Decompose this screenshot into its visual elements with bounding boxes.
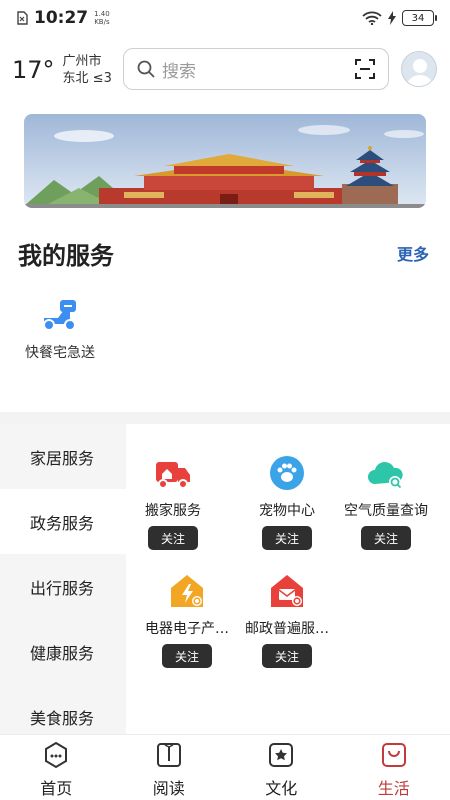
cloud-search-icon: [368, 461, 403, 489]
tab-home[interactable]: 首页: [0, 735, 113, 800]
tile-moving[interactable]: 搬家服务 关注: [121, 454, 225, 550]
category-sidebar: 家居服务 政务服务 出行服务 健康服务 美食服务: [0, 424, 126, 734]
status-left: 10:27 1.40 KB/s: [16, 8, 110, 28]
category-government-services[interactable]: 政务服务: [0, 489, 126, 554]
avatar[interactable]: [401, 51, 437, 87]
status-right: 34: [362, 10, 437, 26]
tile-postal[interactable]: 邮政普遍服… 关注: [235, 572, 339, 668]
battery-indicator: 34: [402, 10, 437, 26]
charging-icon: [388, 11, 396, 25]
more-link[interactable]: 更多: [397, 241, 429, 265]
tile-label: 空气质量查询: [344, 503, 428, 519]
follow-button[interactable]: 关注: [148, 526, 198, 550]
tab-label: 首页: [40, 779, 73, 798]
service-item-label: 快餐宅急送: [25, 345, 95, 361]
service-tiles: 搬家服务 关注 宠物中心 关注 空气质量查询 关注 电器电子产… 关注 邮政普遍…: [126, 424, 450, 734]
book-icon: [156, 743, 181, 767]
my-services-title: 我的服务: [18, 242, 114, 270]
status-bar: 10:27 1.40 KB/s 34: [0, 0, 450, 36]
tab-label: 阅读: [152, 779, 185, 798]
bottom-tab-bar: 首页 阅读 文化 生活: [0, 734, 450, 800]
follow-button[interactable]: 关注: [361, 526, 411, 550]
search-bar[interactable]: 搜索: [123, 48, 389, 90]
follow-button[interactable]: 关注: [262, 644, 312, 668]
user-avatar-icon: [407, 59, 433, 86]
tile-electronics[interactable]: 电器电子产… 关注: [135, 572, 239, 668]
tile-label: 宠物中心: [259, 503, 315, 519]
follow-button[interactable]: 关注: [262, 526, 312, 550]
tile-label: 搬家服务: [145, 503, 201, 519]
service-item-delivery[interactable]: 快餐宅急送: [18, 296, 102, 362]
category-health-services[interactable]: 健康服务: [0, 619, 126, 684]
life-bag-icon: [381, 743, 406, 767]
section-divider: [0, 412, 450, 424]
category-home-services[interactable]: 家居服务: [0, 424, 126, 489]
wind-info: 东北 ≤3: [62, 71, 112, 86]
sim-card-icon: [17, 11, 28, 25]
tab-label: 生活: [377, 779, 410, 798]
battery-level: 34: [411, 12, 425, 24]
wifi-icon: [362, 11, 382, 25]
category-food-services[interactable]: 美食服务: [0, 684, 126, 734]
tile-label: 电器电子产…: [145, 621, 229, 637]
tile-pet-center[interactable]: 宠物中心 关注: [235, 454, 339, 550]
scan-icon[interactable]: [354, 58, 376, 80]
lightning-house-icon: [171, 575, 203, 607]
city-name: 广州市: [62, 54, 102, 69]
tile-air-quality[interactable]: 空气质量查询 关注: [334, 454, 438, 550]
location-weather[interactable]: 广州市 东北 ≤3: [63, 53, 112, 87]
clock: 10:27: [34, 8, 89, 28]
follow-button[interactable]: 关注: [162, 644, 212, 668]
scooter-icon: [43, 300, 76, 331]
search-icon: [137, 60, 155, 78]
net-speed-unit: KB/s: [94, 18, 110, 26]
culture-icon: [269, 743, 294, 767]
tab-life[interactable]: 生活: [338, 735, 450, 800]
search-input[interactable]: 搜索: [162, 57, 196, 82]
net-speed-value: 1.40: [94, 10, 110, 18]
mail-house-icon: [271, 575, 303, 607]
tab-label: 文化: [265, 779, 298, 798]
home-icon: [45, 741, 68, 769]
temperature: 17°: [12, 56, 55, 84]
category-travel-services[interactable]: 出行服务: [0, 554, 126, 619]
banner[interactable]: [24, 114, 426, 208]
tab-reading[interactable]: 阅读: [113, 735, 226, 800]
moving-truck-icon: [156, 462, 190, 489]
tiananmen-banner-image: [24, 114, 426, 208]
tile-label: 邮政普遍服…: [245, 621, 329, 637]
header: 17° 广州市 东北 ≤3 搜索: [0, 44, 450, 96]
tab-culture[interactable]: 文化: [225, 735, 338, 800]
net-speed: 1.40 KB/s: [94, 10, 110, 26]
paw-icon: [270, 456, 304, 490]
